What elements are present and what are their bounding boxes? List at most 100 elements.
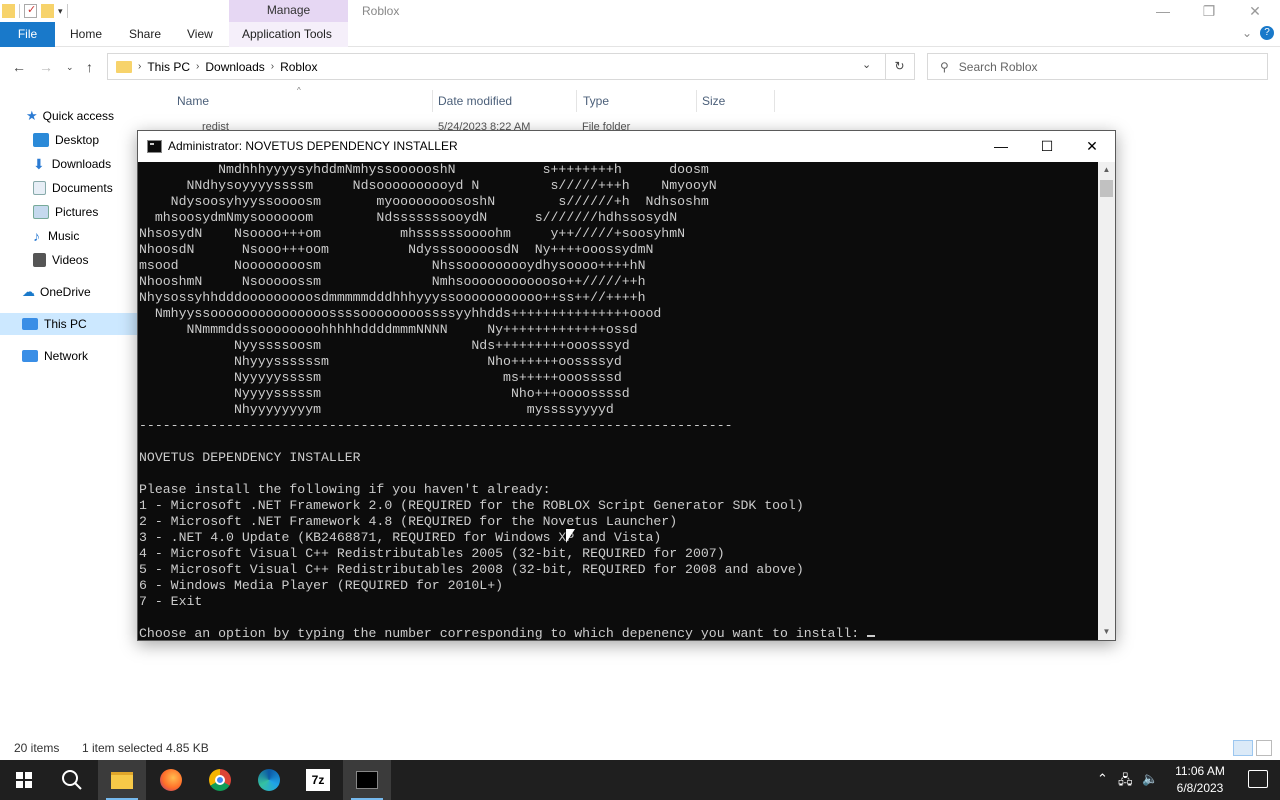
network-icon[interactable]: 🖧 [1118,771,1133,793]
customize-qat-icon[interactable]: ▾ [58,6,63,17]
console-line: 4 - Microsoft Visual C++ Redistributable… [139,546,725,561]
console-line: NmdhhhyyyysyhddmNmhyssoooooshN s++++++++… [139,162,709,177]
edge-icon [258,769,280,791]
selection-info: 1 item selected 4.85 KB [82,741,209,755]
taskbar-7zip[interactable]: 7z [294,760,342,800]
properties-icon[interactable]: ✓ [24,4,37,18]
documents-icon [33,181,46,195]
downloads-icon: ⬇ [33,155,45,172]
details-view-icon[interactable] [1233,740,1253,756]
search-icon: ⚲ [940,59,949,74]
window-title: Roblox [362,4,400,18]
nav-this-pc[interactable]: This PC [0,313,158,335]
column-size[interactable]: Size [702,94,725,108]
date: 6/8/2023 [1176,781,1224,795]
view-tab[interactable]: View [187,22,213,47]
nav-pictures[interactable]: Pictures [0,201,158,223]
show-hidden-icons-icon[interactable]: ⌃ [1097,771,1108,787]
console-line: 6 - Windows Media Player (REQUIRED for 2… [139,578,504,593]
search-placeholder: Search Roblox [958,59,1038,74]
nav-onedrive[interactable]: ☁ OneDrive [0,281,158,303]
folder-icon [116,60,132,73]
start-button[interactable] [0,760,48,800]
forward-icon[interactable]: → [39,59,53,75]
console-line: Choose an option by typing the number co… [139,626,1098,640]
scroll-down-icon[interactable]: ▼ [1098,624,1115,640]
console-window[interactable]: Administrator: NOVETUS DEPENDENCY INSTAL… [137,130,1116,641]
manage-context-tab[interactable]: Manage [229,0,348,22]
nav-desktop[interactable]: Desktop [0,129,158,151]
taskbar-search-button[interactable] [48,760,96,800]
new-folder-icon[interactable] [41,4,54,18]
up-icon[interactable]: ↑ [86,59,93,75]
console-line: NOVETUS DEPENDENCY INSTALLER [139,450,361,465]
console-maximize-button[interactable]: ☐ [1024,131,1070,162]
recent-locations-icon[interactable]: ⌄ [66,62,74,73]
console-close-button[interactable]: ✕ [1069,131,1115,162]
taskbar-edge[interactable] [245,760,293,800]
console-line: Nyyyyyssssm ms+++++ooossssd [139,370,622,385]
console-minimize-button[interactable]: — [978,131,1024,162]
console-line: Nmhyyssooooooooooooooossssoooooooossssyy… [139,306,662,321]
console-scrollbar[interactable]: ▲ ▼ [1098,162,1115,640]
console-line: NNdhysoyyyyssssm Ndsoooooooooyd N s/////… [139,178,717,193]
close-button[interactable]: ✕ [1232,0,1278,22]
breadcrumb-downloads[interactable]: Downloads [205,60,264,74]
clock[interactable]: 11:06 AM 6/8/2023 [1170,763,1230,797]
videos-icon [33,253,46,267]
search-input[interactable]: ⚲ Search Roblox [927,53,1268,80]
nav-music[interactable]: ♪ Music [0,225,158,247]
pictures-icon [33,205,49,219]
console-line: 1 - Microsoft .NET Framework 2.0 (REQUIR… [139,498,804,513]
scroll-up-icon[interactable]: ▲ [1098,162,1115,178]
help-icon[interactable]: ? [1260,26,1274,40]
column-date-modified[interactable]: Date modified [438,94,512,108]
scroll-thumb[interactable] [1100,180,1113,197]
taskbar-chrome[interactable] [196,760,244,800]
7zip-icon: 7z [306,769,330,791]
chrome-icon [209,769,231,791]
share-tab[interactable]: Share [129,22,161,47]
console-line: Please install the following if you have… [139,482,551,497]
console-line: NhooshmN Nsooooossm Nmhsoooooooooooso++/… [139,274,646,289]
back-icon[interactable]: ← [12,59,26,75]
console-output[interactable]: NmdhhhyyyysyhddmNmhyssoooooshN s++++++++… [138,162,1098,640]
large-icons-view-icon[interactable] [1256,740,1272,756]
breadcrumb-this-pc[interactable]: This PC [147,60,190,74]
refresh-icon[interactable]: ↻ [885,53,913,80]
taskbar-cmd[interactable] [343,760,391,800]
nav-documents[interactable]: Documents [0,177,158,199]
ribbon: File Home Share View Application Tools ⌄… [0,22,1280,47]
star-icon: ★ [26,108,38,123]
console-line: NhoosdN Nsooo+++oom NdysssooooosdN Ny+++… [139,242,654,257]
expand-ribbon-icon[interactable]: ⌄ [1242,26,1252,40]
music-icon: ♪ [33,228,40,244]
file-tab[interactable]: File [0,22,55,47]
minimize-button[interactable]: — [1140,0,1186,22]
column-name[interactable]: Name [177,94,209,108]
console-line: 5 - Microsoft Visual C++ Redistributable… [139,562,804,577]
console-titlebar[interactable]: Administrator: NOVETUS DEPENDENCY INSTAL… [138,131,1115,162]
console-line: Nyyssssoosm Nds+++++++++ooosssyd [139,338,630,353]
search-icon [62,770,82,790]
taskbar-file-explorer[interactable] [98,760,146,800]
nav-network[interactable]: Network [0,345,158,367]
console-line: 2 - Microsoft .NET Framework 4.8 (REQUIR… [139,514,678,529]
breadcrumb-roblox[interactable]: Roblox [280,60,317,74]
volume-icon[interactable]: 🔈 [1142,771,1158,787]
column-type[interactable]: Type [583,94,609,108]
restore-button[interactable]: ❐ [1186,0,1232,22]
nav-downloads[interactable]: ⬇ Downloads [0,153,158,175]
nav-videos[interactable]: Videos [0,249,158,271]
address-dropdown-icon[interactable]: ⌄ [862,58,871,71]
console-line: NNmmmddssoooooooohhhhhddddmmmNNNN Ny++++… [139,322,638,337]
home-tab[interactable]: Home [70,22,102,47]
breadcrumb[interactable]: › This PC › Downloads › Roblox [107,53,915,80]
application-tools-tab[interactable]: Application Tools [229,22,348,47]
taskbar-firefox[interactable] [147,760,195,800]
address-bar: ← → ⌄ ↑ › This PC › Downloads › Roblox ⌄… [0,47,1280,87]
notification-icon[interactable] [1248,770,1268,788]
nav-quick-access[interactable]: ★ Quick access [0,105,158,127]
